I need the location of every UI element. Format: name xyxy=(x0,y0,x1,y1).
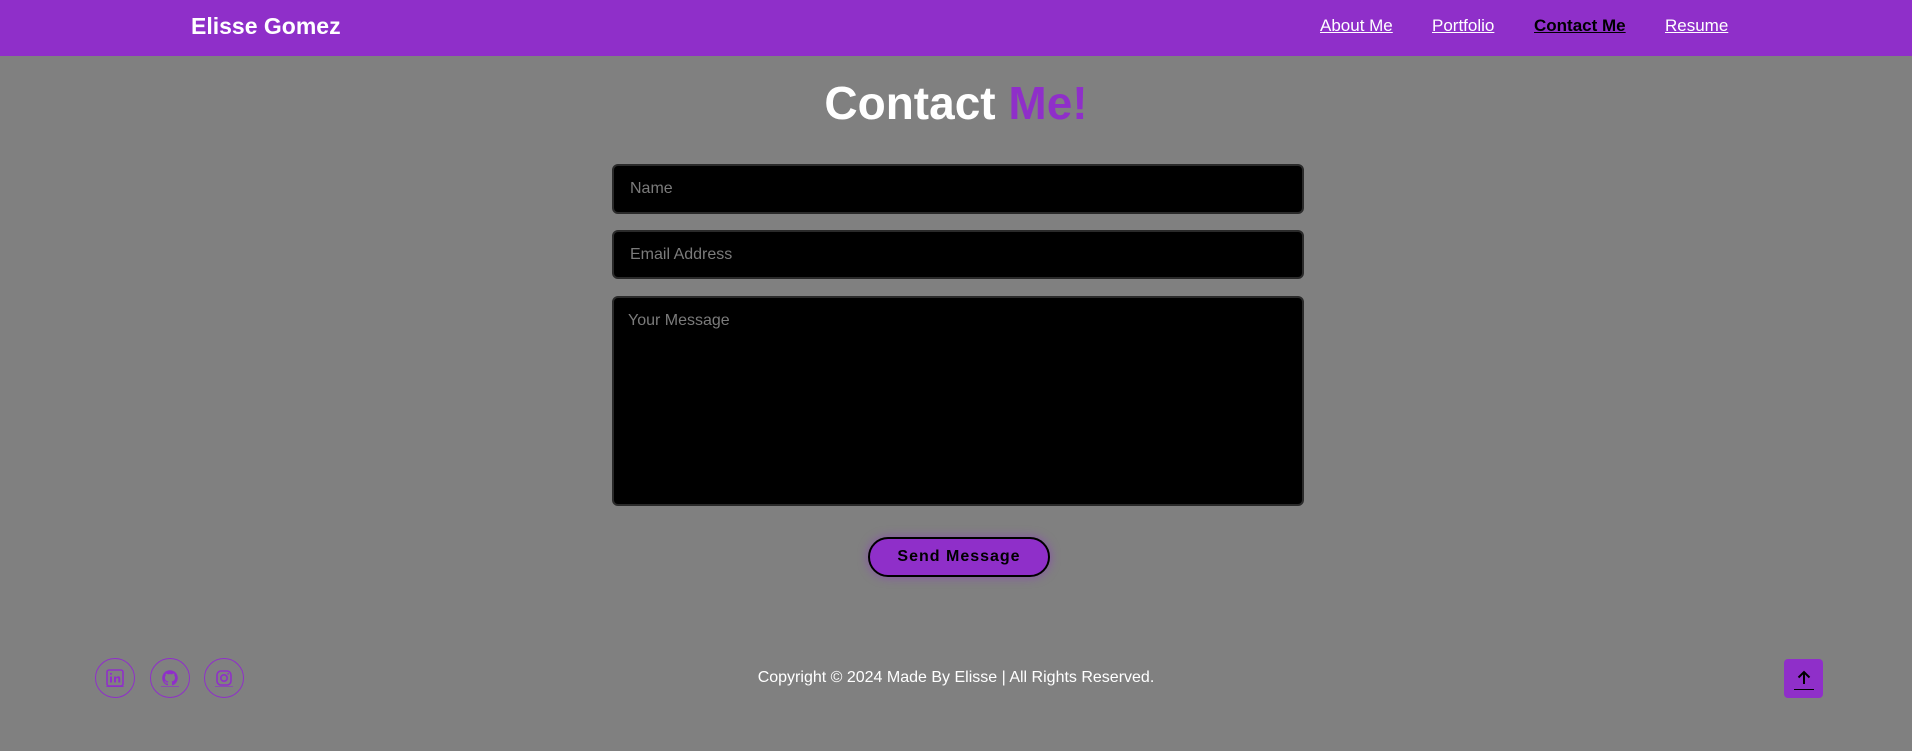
nav-resume[interactable]: Resume xyxy=(1665,16,1728,36)
arrow-up-icon xyxy=(1793,670,1814,690)
page-title-main: Contact xyxy=(824,77,1009,129)
copyright-text: Copyright © 2024 Made By Elisse | All Ri… xyxy=(757,669,1155,686)
back-to-top-button[interactable] xyxy=(1784,659,1823,698)
name-input[interactable] xyxy=(612,164,1304,214)
brand-logo[interactable]: Elisse Gomez xyxy=(191,13,341,40)
navbar: Elisse Gomez About Me Portfolio Contact … xyxy=(0,0,1912,56)
page-title-accent: Me! xyxy=(1008,77,1088,129)
nav-contact-me[interactable]: Contact Me xyxy=(1534,16,1626,36)
message-textarea[interactable] xyxy=(612,296,1304,506)
nav-portfolio[interactable]: Portfolio xyxy=(1432,16,1494,36)
nav-about-me[interactable]: About Me xyxy=(1320,16,1393,36)
contact-page: Elisse Gomez About Me Portfolio Contact … xyxy=(0,0,1912,751)
page-title: Contact Me! xyxy=(0,76,1912,130)
send-message-button[interactable]: Send Message xyxy=(868,537,1050,577)
email-input[interactable] xyxy=(612,230,1304,279)
